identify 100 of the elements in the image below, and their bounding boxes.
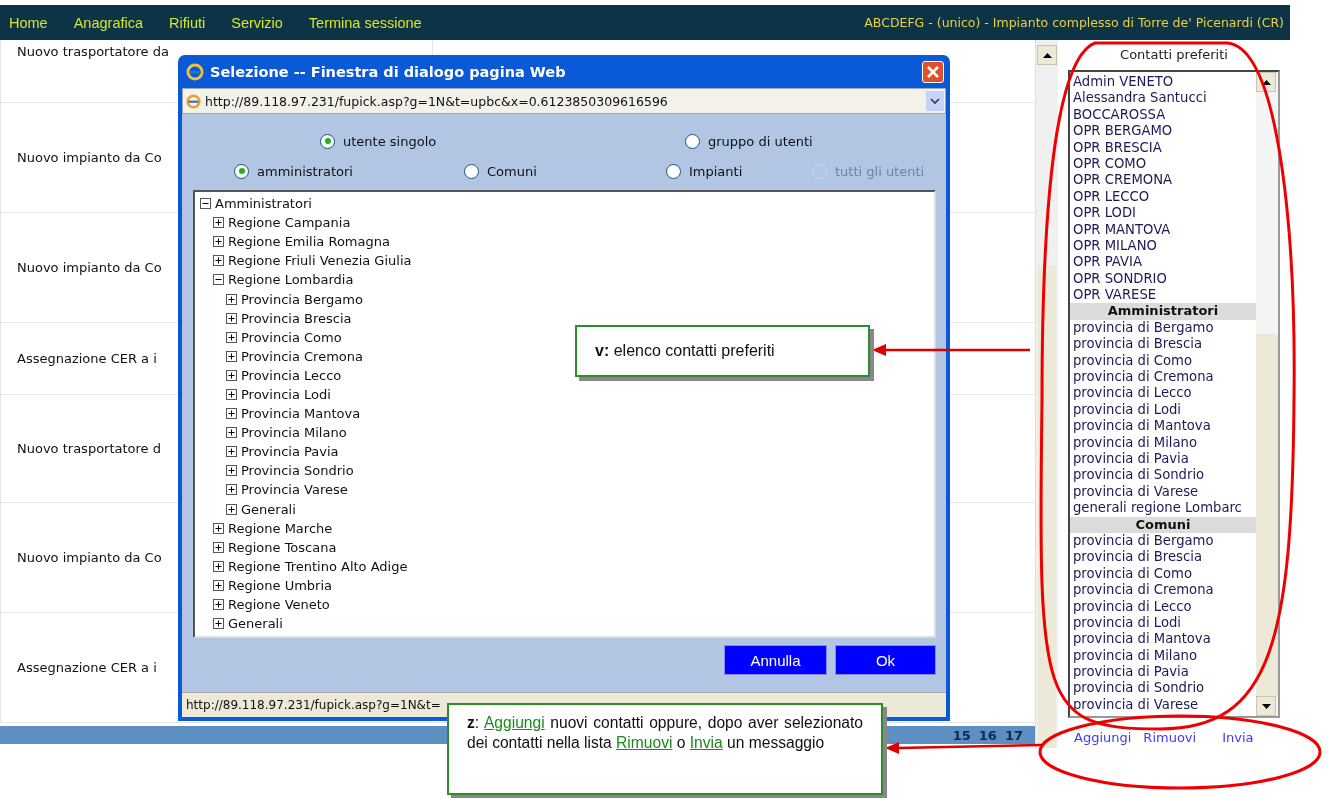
- radio-button[interactable]: Impianti: [666, 163, 812, 179]
- list-item[interactable]: provincia di Sondrio: [1070, 680, 1256, 697]
- nav-link[interactable]: Anagrafica: [73, 14, 143, 31]
- plus-box-icon[interactable]: [226, 446, 237, 458]
- list-item[interactable]: provincia di Milano: [1070, 647, 1256, 665]
- scrollbar[interactable]: [1035, 40, 1058, 748]
- minus-box-icon[interactable]: [213, 274, 224, 286]
- list-item[interactable]: OPR MILANO: [1070, 237, 1256, 255]
- tree-item[interactable]: Provincia Cremona: [241, 348, 363, 364]
- tree-item[interactable]: Regione Toscana: [228, 539, 337, 555]
- plus-box-icon[interactable]: [213, 618, 224, 630]
- plus-box-icon[interactable]: [226, 427, 237, 439]
- dialog-button[interactable]: Ok: [835, 645, 936, 675]
- tree-item[interactable]: Provincia Varese: [241, 482, 348, 498]
- list-item[interactable]: Alessandra Santucci: [1070, 90, 1256, 107]
- action-link[interactable]: Aggiungi: [1074, 730, 1132, 745]
- radio-indicator[interactable]: [234, 163, 249, 179]
- list-item[interactable]: provincia di Bergamo: [1070, 319, 1256, 337]
- callout-link[interactable]: Aggiungi: [483, 714, 545, 731]
- plus-box-icon[interactable]: [226, 350, 237, 362]
- list-item[interactable]: provincia di Lecco: [1070, 385, 1256, 402]
- dialog-button[interactable]: Annulla: [724, 645, 827, 675]
- page-link[interactable]: 17: [1004, 727, 1023, 743]
- plus-box-icon[interactable]: [213, 579, 224, 591]
- plus-box-icon[interactable]: [226, 503, 237, 515]
- radio-indicator[interactable]: [320, 133, 335, 149]
- list-item[interactable]: provincia di Bergamo: [1070, 532, 1256, 550]
- radio-button[interactable]: Comuni: [464, 163, 666, 179]
- list-item[interactable]: OPR VARESE: [1070, 287, 1256, 304]
- tree-item[interactable]: Generali: [228, 616, 283, 632]
- tree-item[interactable]: Regione Lombardia: [228, 272, 354, 288]
- tree-item[interactable]: Regione Campania: [228, 215, 351, 231]
- list-item[interactable]: provincia di Lodi: [1070, 614, 1256, 632]
- list-item[interactable]: OPR CREMONA: [1070, 172, 1256, 189]
- tree-item[interactable]: Provincia Como: [241, 329, 342, 345]
- tree-item[interactable]: Regione Trentino Alto Adige: [228, 558, 408, 574]
- list-item[interactable]: OPR MANTOVA: [1070, 221, 1256, 238]
- list-item[interactable]: provincia di Cremona: [1070, 369, 1256, 386]
- callout-link[interactable]: Invia: [689, 734, 723, 752]
- list-item[interactable]: provincia di Cremona: [1070, 582, 1256, 599]
- plus-box-icon[interactable]: [226, 408, 237, 420]
- radio-indicator[interactable]: [464, 163, 479, 179]
- plus-box-icon[interactable]: [213, 522, 224, 534]
- list-item[interactable]: provincia di Lecco: [1070, 598, 1256, 615]
- list-item[interactable]: provincia di Brescia: [1070, 549, 1256, 566]
- tree-item[interactable]: Generali: [241, 501, 296, 517]
- list-item[interactable]: generali regione Lombarc: [1070, 500, 1256, 517]
- plus-box-icon[interactable]: [213, 217, 224, 229]
- list-item[interactable]: OPR SONDRIO: [1070, 270, 1256, 288]
- plus-box-icon[interactable]: [226, 465, 237, 477]
- tree-item[interactable]: Regione Veneto: [228, 597, 330, 612]
- radio-indicator[interactable]: [666, 163, 681, 179]
- plus-box-icon[interactable]: [226, 369, 237, 381]
- minus-box-icon[interactable]: [200, 198, 211, 210]
- list-item[interactable]: OPR BRESCIA: [1070, 139, 1256, 156]
- nav-link[interactable]: Home: [9, 14, 48, 31]
- plus-box-icon[interactable]: [213, 541, 224, 553]
- tree-item[interactable]: Regione Umbria: [228, 577, 332, 593]
- tree-item[interactable]: Provincia Bergamo: [241, 291, 363, 307]
- address-field[interactable]: http://89.118.97.231/fupick.asp?g=1N&t=upbc&x=0.6123850309616596: [182, 88, 946, 114]
- plus-box-icon[interactable]: [226, 331, 237, 343]
- list-item[interactable]: Admin VENETO: [1070, 74, 1256, 91]
- tree-item[interactable]: Regione Friuli Venezia Giulia: [228, 253, 412, 269]
- plus-box-icon[interactable]: [213, 236, 224, 248]
- plus-box-icon[interactable]: [226, 293, 237, 305]
- list-item[interactable]: provincia di Mantova: [1070, 418, 1256, 435]
- list-item[interactable]: provincia di Milano: [1070, 434, 1256, 451]
- tree-item[interactable]: Provincia Milano: [241, 425, 347, 441]
- list-item[interactable]: provincia di Lodi: [1070, 401, 1256, 419]
- page-link[interactable]: 15: [952, 727, 971, 743]
- nav-link[interactable]: Rifiuti: [169, 14, 206, 31]
- tree-item[interactable]: Provincia Mantova: [241, 406, 361, 422]
- list-item[interactable]: provincia di Como: [1070, 352, 1256, 370]
- close-button[interactable]: [922, 60, 944, 83]
- list-item[interactable]: OPR LODI: [1070, 205, 1256, 222]
- tree-item[interactable]: Regione Marche: [228, 520, 333, 536]
- list-item[interactable]: provincia di Sondrio: [1070, 467, 1256, 484]
- scrollbar[interactable]: [1256, 72, 1278, 716]
- list-item[interactable]: provincia di Brescia: [1070, 336, 1256, 353]
- radio-indicator[interactable]: [685, 133, 700, 149]
- plus-box-icon[interactable]: [226, 484, 237, 496]
- plus-box-icon[interactable]: [213, 255, 224, 267]
- action-link[interactable]: Invia: [1222, 730, 1254, 745]
- list-item[interactable]: OPR LECCO: [1070, 188, 1256, 206]
- list-item[interactable]: provincia di Varese: [1070, 696, 1256, 714]
- plus-box-icon[interactable]: [226, 389, 237, 400]
- plus-box-icon[interactable]: [226, 312, 237, 324]
- plus-box-icon[interactable]: [213, 599, 224, 610]
- tree-item[interactable]: Provincia Lecco: [241, 367, 342, 383]
- plus-box-icon[interactable]: [213, 560, 224, 572]
- list-item[interactable]: OPR BERGAMO: [1070, 123, 1256, 140]
- nav-link[interactable]: Servizio: [231, 14, 283, 31]
- list-item[interactable]: provincia di Mantova: [1070, 631, 1256, 648]
- list-item[interactable]: provincia di Varese: [1070, 483, 1256, 501]
- list-item[interactable]: BOCCAROSSA: [1070, 106, 1256, 124]
- tree-item[interactable]: Provincia Pavia: [241, 444, 339, 460]
- page-link[interactable]: 16: [978, 727, 997, 743]
- action-link[interactable]: Rimuovi: [1143, 730, 1197, 745]
- list-item[interactable]: OPR PAVIA: [1070, 254, 1256, 271]
- nav-link[interactable]: Termina sessione: [308, 14, 422, 31]
